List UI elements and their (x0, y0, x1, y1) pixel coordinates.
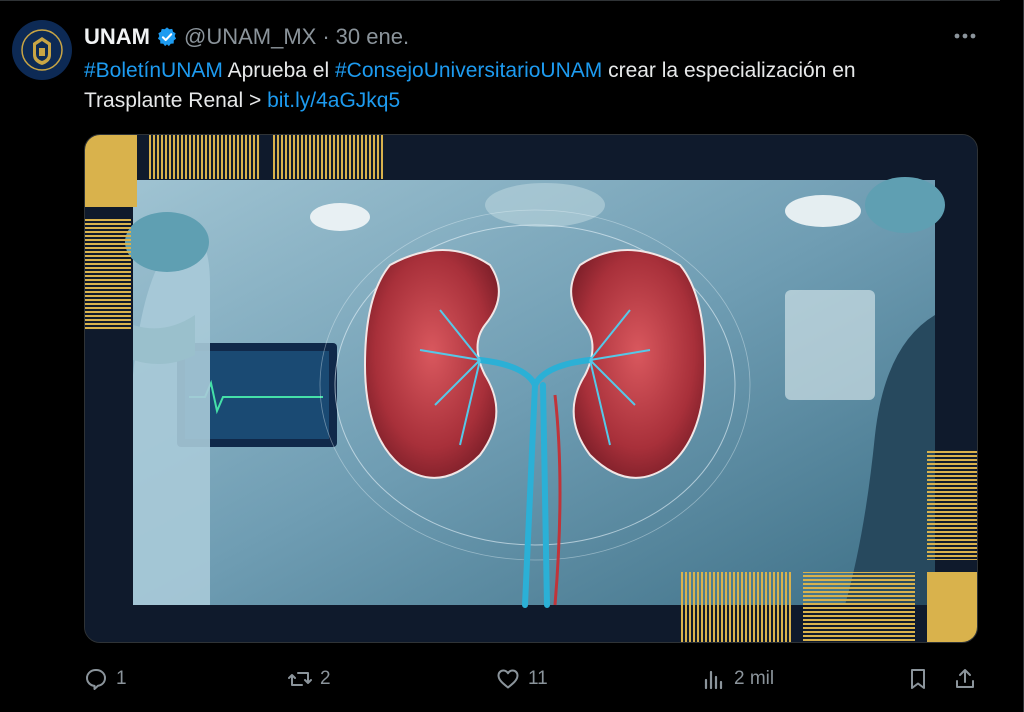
analytics-icon (704, 670, 723, 690)
tweet-text: #BoletínUNAM Aprueba el #ConsejoUniversi… (84, 56, 964, 116)
hashtag-boletin[interactable]: #BoletínUNAM (84, 59, 223, 82)
tweet-text-part: Aprueba el (222, 59, 335, 82)
share-icon (956, 669, 974, 688)
more-icon (954, 33, 976, 39)
bookmark-button[interactable] (906, 664, 930, 694)
tweet-date[interactable]: 30 ene. (336, 24, 409, 50)
divider (0, 0, 1000, 1)
verified-badge-icon (157, 27, 177, 47)
tweet-image[interactable] (84, 134, 978, 643)
tweet-link[interactable]: bit.ly/4aGJkq5 (267, 89, 400, 112)
tweet-text-part: crear la especialización en (602, 59, 856, 82)
views-button[interactable]: 2 mil (702, 664, 774, 694)
reply-count: 1 (116, 668, 127, 689)
repost-button[interactable]: 2 (288, 664, 331, 694)
reply-button[interactable]: 1 (84, 664, 127, 694)
like-count: 11 (528, 668, 548, 689)
avatar[interactable] (12, 20, 72, 80)
kidney-illustration (85, 135, 977, 642)
tweet-header: UNAM @UNAM_MX · 30 ene. (84, 22, 409, 52)
reply-icon (86, 669, 106, 690)
separator: · (322, 24, 330, 49)
like-button[interactable]: 11 (496, 664, 548, 694)
repost-icon (288, 672, 312, 686)
repost-count: 2 (320, 668, 331, 689)
views-count: 2 mil (734, 668, 775, 689)
tweet: UNAM @UNAM_MX · 30 ene. #BoletínUNAM Apr… (0, 0, 1024, 712)
hashtag-consejo[interactable]: #ConsejoUniversitarioUNAM (335, 59, 602, 82)
tweet-text-part: Trasplante Renal > (84, 89, 268, 112)
author-handle[interactable]: @UNAM_MX (184, 24, 316, 50)
more-options-button[interactable] (950, 24, 980, 48)
bookmark-icon (911, 669, 925, 689)
unam-seal-icon (21, 29, 63, 71)
author-name[interactable]: UNAM (84, 24, 150, 50)
share-button[interactable] (953, 664, 977, 694)
heart-icon (497, 669, 519, 689)
